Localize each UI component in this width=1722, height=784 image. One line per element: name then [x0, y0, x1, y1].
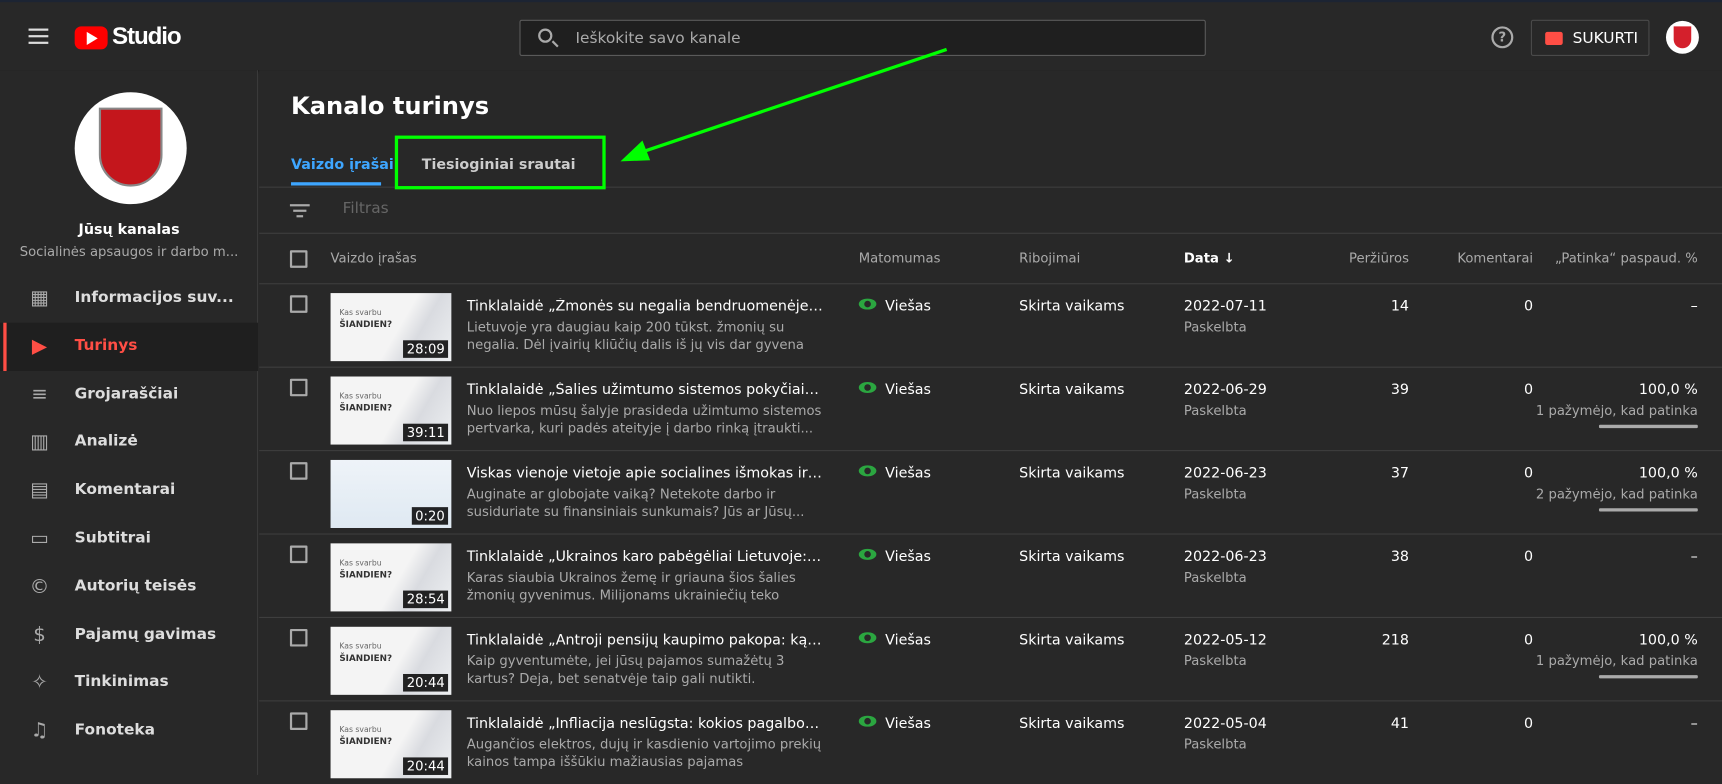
- annotation-arrow-line: [636, 47, 948, 156]
- annotation-highlight-box: [394, 135, 606, 190]
- annotation-arrowhead-icon: [620, 140, 651, 162]
- annotation-overlay: [394, 47, 948, 190]
- youtube-studio-window: Studio Ieškokite savo kanale ? SUKURTI J…: [0, 0, 1722, 779]
